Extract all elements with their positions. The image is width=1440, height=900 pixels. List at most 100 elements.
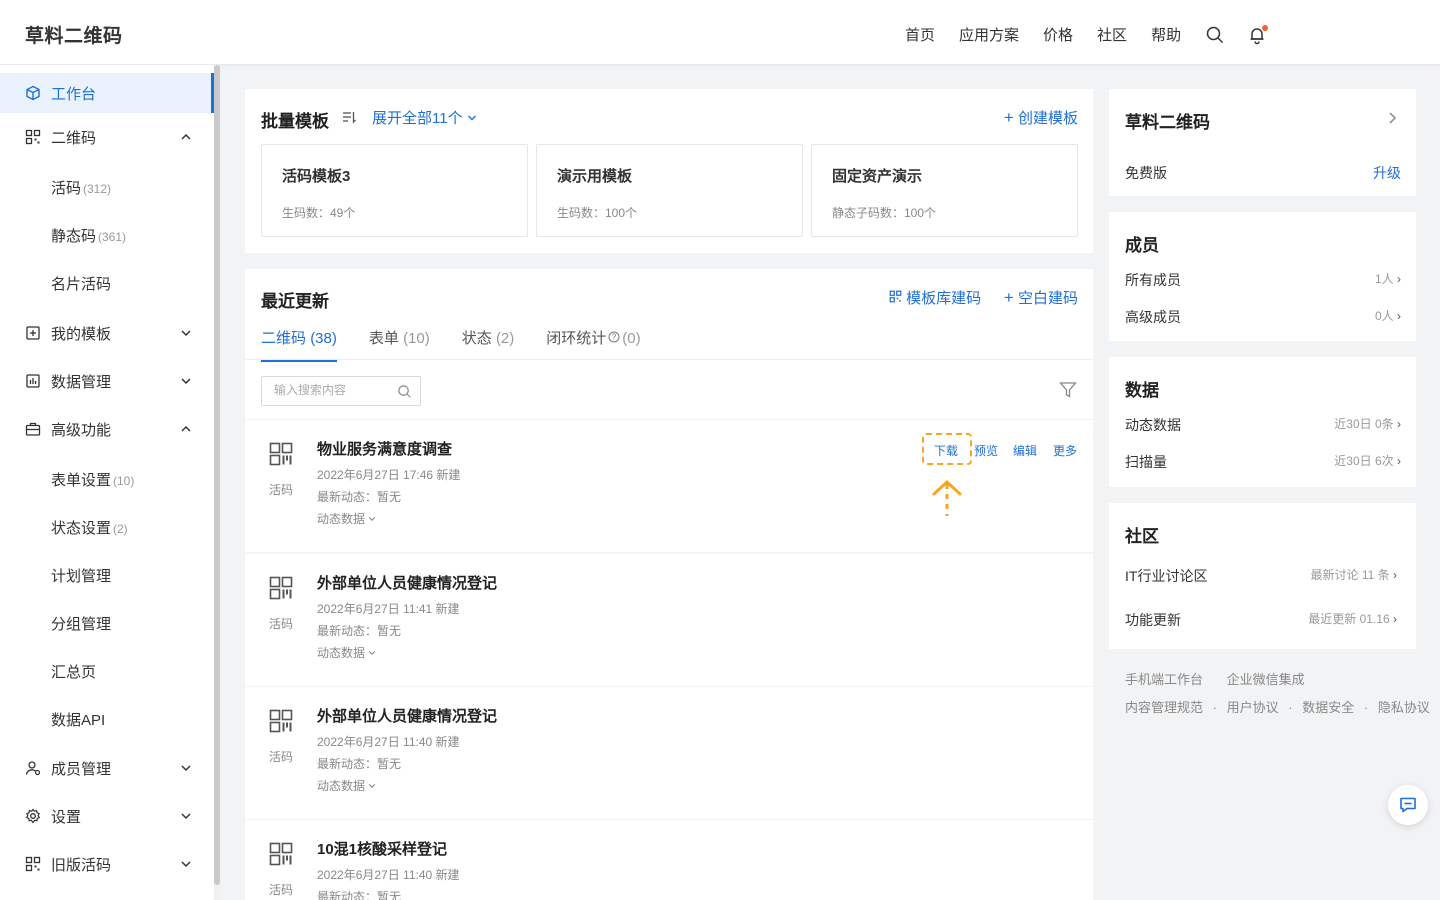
chart-icon: [26, 374, 40, 388]
sidebar-item-group-mgmt[interactable]: 分组管理: [51, 613, 111, 634]
sidebar-item-static-code[interactable]: 静态码 (361): [51, 225, 126, 246]
upgrade-link[interactable]: 升级: [1373, 163, 1401, 183]
sidebar-item-qrcode[interactable]: 二维码: [0, 117, 214, 157]
sidebar-item-summary[interactable]: 汇总页: [51, 661, 96, 682]
tab-loop-stats[interactable]: 闭环统计? (0): [546, 327, 640, 362]
item-dynamic-toggle[interactable]: 动态数据: [317, 510, 376, 527]
chevron-down-icon: [467, 115, 476, 121]
preview-button[interactable]: 预览: [974, 442, 998, 459]
list-item[interactable]: 活码 物业服务满意度调查 2022年6月27日 17:46 新建 最新动态：暂无…: [245, 420, 1093, 552]
template-card[interactable]: 演示用模板 生码数：100个: [536, 144, 803, 237]
sidebar-item-settings[interactable]: 设置: [0, 796, 214, 836]
item-dynamic-toggle[interactable]: 动态数据: [317, 644, 376, 661]
footer-link[interactable]: 数据安全: [1302, 700, 1354, 715]
sidebar-item-count: (2): [113, 522, 128, 536]
chevron-down-icon: [181, 861, 191, 868]
edit-button[interactable]: 编辑: [1013, 442, 1037, 459]
footer-link[interactable]: 内容管理规范: [1125, 700, 1203, 715]
scans-row[interactable]: 扫描量 近30日 6次 ›: [1125, 452, 1401, 472]
footer-link[interactable]: 手机端工作台: [1125, 672, 1203, 687]
community-title: 社区: [1125, 527, 1159, 546]
sidebar-item-plan-mgmt[interactable]: 计划管理: [51, 565, 111, 586]
blank-create-button[interactable]: + 空白建码: [1004, 287, 1078, 308]
expand-all-button[interactable]: 展开全部11个: [372, 107, 477, 128]
scrollbar-thumb[interactable]: [214, 65, 220, 885]
tab-qrcode[interactable]: 二维码 (38): [261, 327, 337, 362]
sidebar-item-data-mgmt[interactable]: 数据管理: [0, 361, 214, 401]
dynamic-data-row[interactable]: 动态数据 近30日 0条 ›: [1125, 415, 1401, 435]
search-icon[interactable]: [1205, 25, 1225, 45]
sidebar-item-old-live-code[interactable]: 旧版活码: [0, 844, 214, 884]
expand-all-label: 展开全部11个: [372, 110, 463, 127]
search-input[interactable]: [274, 383, 389, 397]
all-members-row[interactable]: 所有成员 1人 ›: [1125, 270, 1401, 290]
item-title[interactable]: 外部单位人员健康情况登记: [317, 705, 497, 726]
sidebar-item-label: 我的模板: [51, 325, 112, 343]
item-latest: 最新动态：暂无: [317, 624, 402, 638]
create-template-label: 创建模板: [1017, 110, 1078, 127]
sidebar-item-status-settings[interactable]: 状态设置 (2): [51, 517, 128, 538]
item-type-tag: 活码: [269, 883, 294, 897]
chevron-down-icon: [181, 330, 191, 337]
sidebar-item-member-mgmt[interactable]: 成员管理: [0, 748, 214, 788]
list-item[interactable]: 活码 10混1核酸采样登记 2022年6月27日 11:40 新建 最新动态：暂…: [245, 820, 1093, 900]
nav-solutions[interactable]: 应用方案: [959, 24, 1019, 45]
item-dynamic-toggle[interactable]: 动态数据: [317, 777, 376, 794]
template-card[interactable]: 固定资产演示 静态子码数：100个: [811, 144, 1078, 237]
item-title[interactable]: 外部单位人员健康情况登记: [317, 572, 497, 593]
template-card[interactable]: 活码模板3 生码数：49个: [261, 144, 528, 237]
item-title[interactable]: 10混1核酸采样登记: [317, 838, 447, 859]
from-library-label: 模板库建码: [906, 290, 982, 307]
senior-members-row[interactable]: 高级成员 0人 ›: [1125, 307, 1401, 327]
list-item[interactable]: 活码 外部单位人员健康情况登记 2022年6月27日 11:41 新建 最新动态…: [245, 554, 1093, 686]
it-forum-row[interactable]: IT行业讨论区 最新讨论 11 条 ›: [1125, 566, 1397, 586]
bell-icon[interactable]: [1247, 24, 1269, 45]
create-template-button[interactable]: + 创建模板: [1004, 107, 1078, 128]
item-created: 2022年6月27日 11:41 新建: [317, 602, 460, 616]
sidebar-item-count: (361): [98, 230, 127, 244]
footer-link[interactable]: 隐私协议: [1378, 700, 1430, 715]
list-item[interactable]: 活码 外部单位人员健康情况登记 2022年6月27日 11:40 新建 最新动态…: [245, 687, 1093, 819]
search-box[interactable]: [261, 376, 421, 406]
sort-icon[interactable]: [342, 110, 356, 124]
community-card: 社区 IT行业讨论区 最新讨论 11 条 › 功能更新 最近更新 01.16 ›: [1109, 503, 1416, 649]
sidebar-item-my-templates[interactable]: 我的模板: [0, 313, 214, 353]
sidebar-item-card-code[interactable]: 名片活码: [51, 273, 111, 294]
sidebar-item-data-api[interactable]: 数据API: [51, 709, 105, 730]
feature-updates-row[interactable]: 功能更新 最近更新 01.16 ›: [1125, 610, 1397, 630]
footer-link[interactable]: 用户协议: [1227, 700, 1279, 715]
logo[interactable]: 草料二维码: [25, 21, 123, 48]
tab-form[interactable]: 表单 (10): [369, 327, 430, 362]
item-title[interactable]: 物业服务满意度调查: [317, 438, 452, 459]
template-title: 演示用模板: [557, 168, 633, 185]
tab-count: (2): [495, 330, 515, 347]
tab-status[interactable]: 状态 (2): [462, 327, 515, 362]
footer-link[interactable]: 企业微信集成: [1227, 672, 1305, 687]
cube-icon: [26, 85, 40, 101]
nav-community[interactable]: 社区: [1097, 24, 1127, 45]
from-library-button[interactable]: 模板库建码: [889, 287, 981, 308]
sidebar-item-advanced[interactable]: 高级功能: [0, 409, 214, 449]
chat-button[interactable]: [1388, 785, 1428, 825]
sidebar-item-form-settings[interactable]: 表单设置 (10): [51, 469, 134, 490]
sidebar-item-live-code[interactable]: 活码 (312): [51, 177, 111, 198]
template-sub: 生码数：100个: [557, 206, 638, 220]
item-dynamic-label: 动态数据: [317, 646, 366, 660]
sidebar-item-workbench[interactable]: 工作台: [0, 73, 214, 113]
row-value: 最近更新 01.16 ›: [1308, 610, 1397, 627]
sidebar-item-label: 计划管理: [51, 568, 112, 585]
chevron-up-icon: [181, 425, 191, 432]
sidebar: 工作台 二维码 活码 (312) 静态码 (361) 名片活码 我的模板 数据管理 …: [0, 65, 220, 900]
nav-pricing[interactable]: 价格: [1043, 24, 1073, 45]
chevron-right-icon[interactable]: [1386, 111, 1398, 125]
search-icon[interactable]: [397, 384, 412, 399]
sidebar-scrollbar[interactable]: [214, 65, 220, 900]
more-button[interactable]: 更多: [1053, 442, 1077, 459]
nav-help[interactable]: 帮助: [1151, 24, 1181, 45]
tab-label: 表单: [368, 330, 399, 347]
account-title[interactable]: 草料二维码: [1125, 108, 1210, 133]
download-button[interactable]: 下载: [934, 442, 958, 459]
sidebar-item-label: 静态码: [51, 228, 97, 245]
nav-home[interactable]: 首页: [905, 24, 935, 45]
filter-icon[interactable]: [1059, 381, 1077, 399]
